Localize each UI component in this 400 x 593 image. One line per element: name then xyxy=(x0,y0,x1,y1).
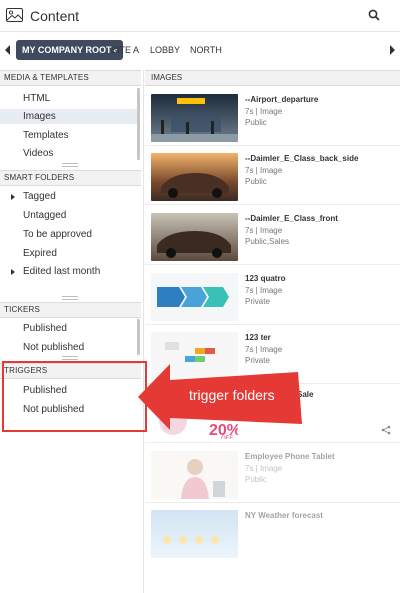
location-tabs: MY COMPANY ROOT ▾ SITE A LOBBY NORTH xyxy=(0,36,400,64)
weather-thumbnail xyxy=(151,510,238,558)
folder-untagged[interactable]: Untagged xyxy=(23,209,66,223)
tab-site-a[interactable]: SITE A xyxy=(111,40,139,60)
image-tags: Public xyxy=(245,118,267,127)
resize-grip[interactable] xyxy=(62,356,78,360)
car-front-thumbnail xyxy=(151,213,238,261)
folder-tickers-not-published[interactable]: Not published xyxy=(23,341,84,355)
svg-text:OFF: OFF xyxy=(221,436,233,439)
page-title: Content xyxy=(30,8,80,24)
image-name: --Daimler_E_Class_front xyxy=(245,214,338,223)
section-tickers: TICKERS xyxy=(0,302,141,318)
app-header: Content xyxy=(0,0,400,32)
image-tags: Private xyxy=(245,297,270,306)
image-gallery-icon xyxy=(6,8,23,22)
folder-templates[interactable]: Templates xyxy=(23,129,69,143)
image-tags: Public,Sales xyxy=(245,237,290,246)
airport-thumbnail xyxy=(151,94,238,142)
callout-label: trigger folders xyxy=(189,387,275,403)
image-name: 123 ter xyxy=(245,333,271,342)
folder-tickers-published[interactable]: Published xyxy=(23,322,67,336)
section-images: IMAGES xyxy=(145,70,400,86)
share-icon[interactable] xyxy=(381,425,391,435)
scroll-right-icon[interactable] xyxy=(390,45,395,55)
expand-arrow-icon[interactable] xyxy=(11,194,15,200)
tab-label: MY COMPANY ROOT xyxy=(22,45,112,55)
image-card[interactable]: --Airport_departure 7s | Image Public xyxy=(145,88,400,146)
selected-highlight xyxy=(0,109,138,124)
image-card[interactable]: --Daimler_E_Class_back_side 7s | Image P… xyxy=(145,147,400,205)
image-card[interactable]: Employee Phone Tablet 7s | Image Public xyxy=(145,445,400,503)
image-card[interactable]: --Daimler_E_Class_front 7s | Image Publi… xyxy=(145,207,400,265)
image-card[interactable]: NY Weather forecast xyxy=(145,504,400,562)
folder-edited-last-month[interactable]: Edited last month xyxy=(23,265,100,279)
image-duration: 7s | Image xyxy=(245,286,283,295)
image-duration: 7s | Image xyxy=(245,107,283,116)
resize-grip[interactable] xyxy=(62,296,78,300)
image-tags: Public xyxy=(245,177,267,186)
image-name: NY Weather forecast xyxy=(245,511,323,520)
image-duration: 7s | Image xyxy=(245,166,283,175)
scroll-left-icon[interactable] xyxy=(5,45,10,55)
folder-html[interactable]: HTML xyxy=(23,92,50,106)
folder-expired[interactable]: Expired xyxy=(23,247,57,261)
panel-divider xyxy=(143,70,144,593)
folder-images[interactable]: Images xyxy=(23,110,56,124)
images-panel: IMAGES --Airport_departure 7s | Image Pu… xyxy=(145,70,400,593)
search-icon[interactable] xyxy=(368,9,380,21)
folder-videos[interactable]: Videos xyxy=(23,147,53,161)
image-name: --Airport_departure xyxy=(245,95,319,104)
image-duration: 7s | Image xyxy=(245,345,283,354)
scrollbar[interactable] xyxy=(137,319,140,355)
employee-thumbnail xyxy=(151,451,238,499)
folder-panel: MEDIA & TEMPLATES HTML Images Templates … xyxy=(0,70,143,593)
tab-north[interactable]: NORTH xyxy=(190,40,222,60)
image-tags: Public xyxy=(245,475,267,484)
scrollbar[interactable] xyxy=(137,88,140,160)
resize-grip[interactable] xyxy=(62,163,78,167)
image-name: 123 quatro xyxy=(245,274,286,283)
image-name: Employee Phone Tablet xyxy=(245,452,335,461)
image-duration: 7s | Image xyxy=(245,464,283,473)
section-smart-folders: SMART FOLDERS xyxy=(0,170,141,186)
expand-arrow-icon[interactable] xyxy=(11,269,15,275)
highlight-box xyxy=(2,361,147,432)
folder-to-be-approved[interactable]: To be approved xyxy=(23,228,92,242)
image-card[interactable]: 123 quatro 7s | Image Private xyxy=(145,267,400,325)
car-back-thumbnail xyxy=(151,153,238,201)
infographic-thumbnail xyxy=(151,273,238,321)
tab-lobby[interactable]: LOBBY xyxy=(150,40,180,60)
image-name: --Daimler_E_Class_back_side xyxy=(245,154,359,163)
folder-tagged[interactable]: Tagged xyxy=(23,190,56,204)
tab-my-company-root[interactable]: MY COMPANY ROOT ▾ xyxy=(16,40,124,60)
section-media-templates: MEDIA & TEMPLATES xyxy=(0,70,141,86)
image-duration: 7s | Image xyxy=(245,226,283,235)
